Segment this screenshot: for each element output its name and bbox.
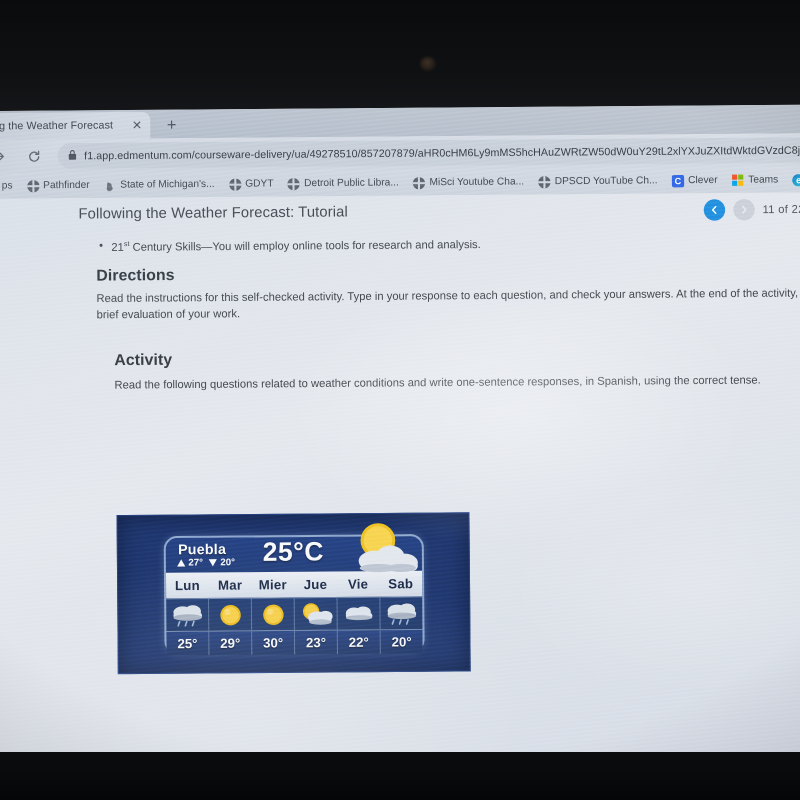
bookmark-item[interactable]: DPSCD YouTube Ch... [531,175,665,188]
bookmark-item[interactable]: GDYT [222,177,281,191]
weather-temp: 23° [294,630,338,655]
activity-body: Read the following questions related to … [114,374,761,392]
bookmark-item[interactable]: State of Michigan's... [97,178,222,191]
weather-day: Mar [217,577,243,593]
directions-heading: Directions [96,266,175,285]
weather-day: Mier [258,576,287,593]
next-page-button[interactable] [732,198,755,221]
weather-current-row: Puebla 27° 20° 25°C [166,523,422,573]
weather-temp: 29° [209,631,253,656]
directions-body: Read the instructions for this self-chec… [96,287,799,322]
weather-temp: 25° [166,631,210,656]
weather-temp: 30° [252,630,296,655]
bookmark-label: Teams [748,174,779,186]
michigan-icon [104,179,116,191]
lesson-page: Following the Weather Forecast: Tutorial… [0,192,800,763]
weather-high-low: 27° 20° [177,557,235,569]
webcam-icon [420,57,436,71]
laptop-screen: llowing the Weather Forecast ✕ + f1.app.… [0,104,800,763]
bookmark-item[interactable]: Teams [725,174,786,187]
activity-heading: Activity [114,351,173,370]
laptop-photo: llowing the Weather Forecast ✕ + f1.app.… [0,0,800,800]
bookmark-label: GDYT [245,178,274,190]
bookmark-label: State of Michigan's... [120,178,215,191]
weather-icon-row [166,596,423,631]
weather-temp-row: 25° 29° 30° 23° 22° 20° [166,628,423,656]
teams-icon [731,174,744,186]
weather-low: 20° [220,556,236,569]
sunny-icon [209,598,253,631]
globe-icon [287,177,301,190]
skills-bullet-text: 21st Century Skills—You will employ onli… [111,238,481,254]
page-position: 11 of 22 [762,203,800,216]
bookmark-item[interactable]: ps [0,180,20,193]
bookmark-item[interactable]: Detroit Public Libra... [281,177,406,190]
weather-city: Puebla [177,540,227,558]
weather-temp: 22° [337,630,381,655]
bookmark-label: MiSci Youtube Cha... [429,176,525,189]
clever-icon: C [671,174,685,187]
bookmark-label: Pathfinder [43,179,90,192]
bookmark-label: DPSCD YouTube Ch... [554,175,658,188]
skills-bullet: 21st Century Skills—You will employ onli… [111,238,481,254]
rain-icon [380,597,422,629]
browser-tab[interactable]: llowing the Weather Forecast ✕ [0,111,151,140]
forward-arrow-icon[interactable] [0,143,13,170]
weather-forecast-image: Puebla 27° 20° 25°C Lun Mar Mier Jue Vie… [116,512,471,675]
browser-tab-title: llowing the Weather Forecast [0,119,114,133]
weather-current-temp: 25°C [262,535,325,567]
weather-card: Puebla 27° 20° 25°C Lun Mar Mier Jue Vie… [163,523,425,656]
edge-icon: e [792,173,800,186]
bookmark-label: Detroit Public Libra... [304,177,399,190]
previous-page-button[interactable] [703,199,725,221]
bookmark-label: ps [1,180,13,192]
address-bar[interactable]: f1.app.edmentum.com/courseware-delivery/… [57,137,800,169]
partly-sunny-icon [294,597,338,630]
new-tab-button[interactable]: + [161,116,182,137]
globe-icon [26,179,40,192]
sun-behind-cloud-icon [337,520,429,576]
bookmark-label: Clever [688,174,718,187]
lesson-header: Following the Weather Forecast: Tutorial… [0,192,800,233]
globe-icon [538,175,551,188]
rain-icon [166,598,210,631]
lock-icon [68,147,77,165]
laptop-top-bezel [0,0,800,113]
triangle-up-icon [177,559,186,567]
cloudy-icon [337,597,381,630]
address-bar-url: f1.app.edmentum.com/courseware-delivery/… [84,143,800,162]
page-title: Following the Weather Forecast: Tutorial [78,204,348,223]
laptop-bottom-bezel [0,752,800,800]
bookmark-item[interactable]: Pathfinder [20,179,97,192]
triangle-down-icon [209,559,218,567]
weather-day: Lun [174,577,200,594]
globe-icon [413,176,426,189]
bookmark-item[interactable]: C Clever [665,174,725,187]
bookmark-item[interactable]: MiSci Youtube Cha... [406,176,531,189]
globe-icon [228,177,242,191]
reload-icon[interactable] [21,143,48,170]
weather-temp: 20° [391,634,412,650]
close-icon[interactable]: ✕ [130,118,144,132]
weather-high: 27° [188,557,204,569]
weather-day: Jue [303,576,328,593]
pagination: 11 of 22 [703,198,800,221]
bookmark-item[interactable]: e Edmen [785,173,800,186]
sunny-icon [251,598,295,631]
